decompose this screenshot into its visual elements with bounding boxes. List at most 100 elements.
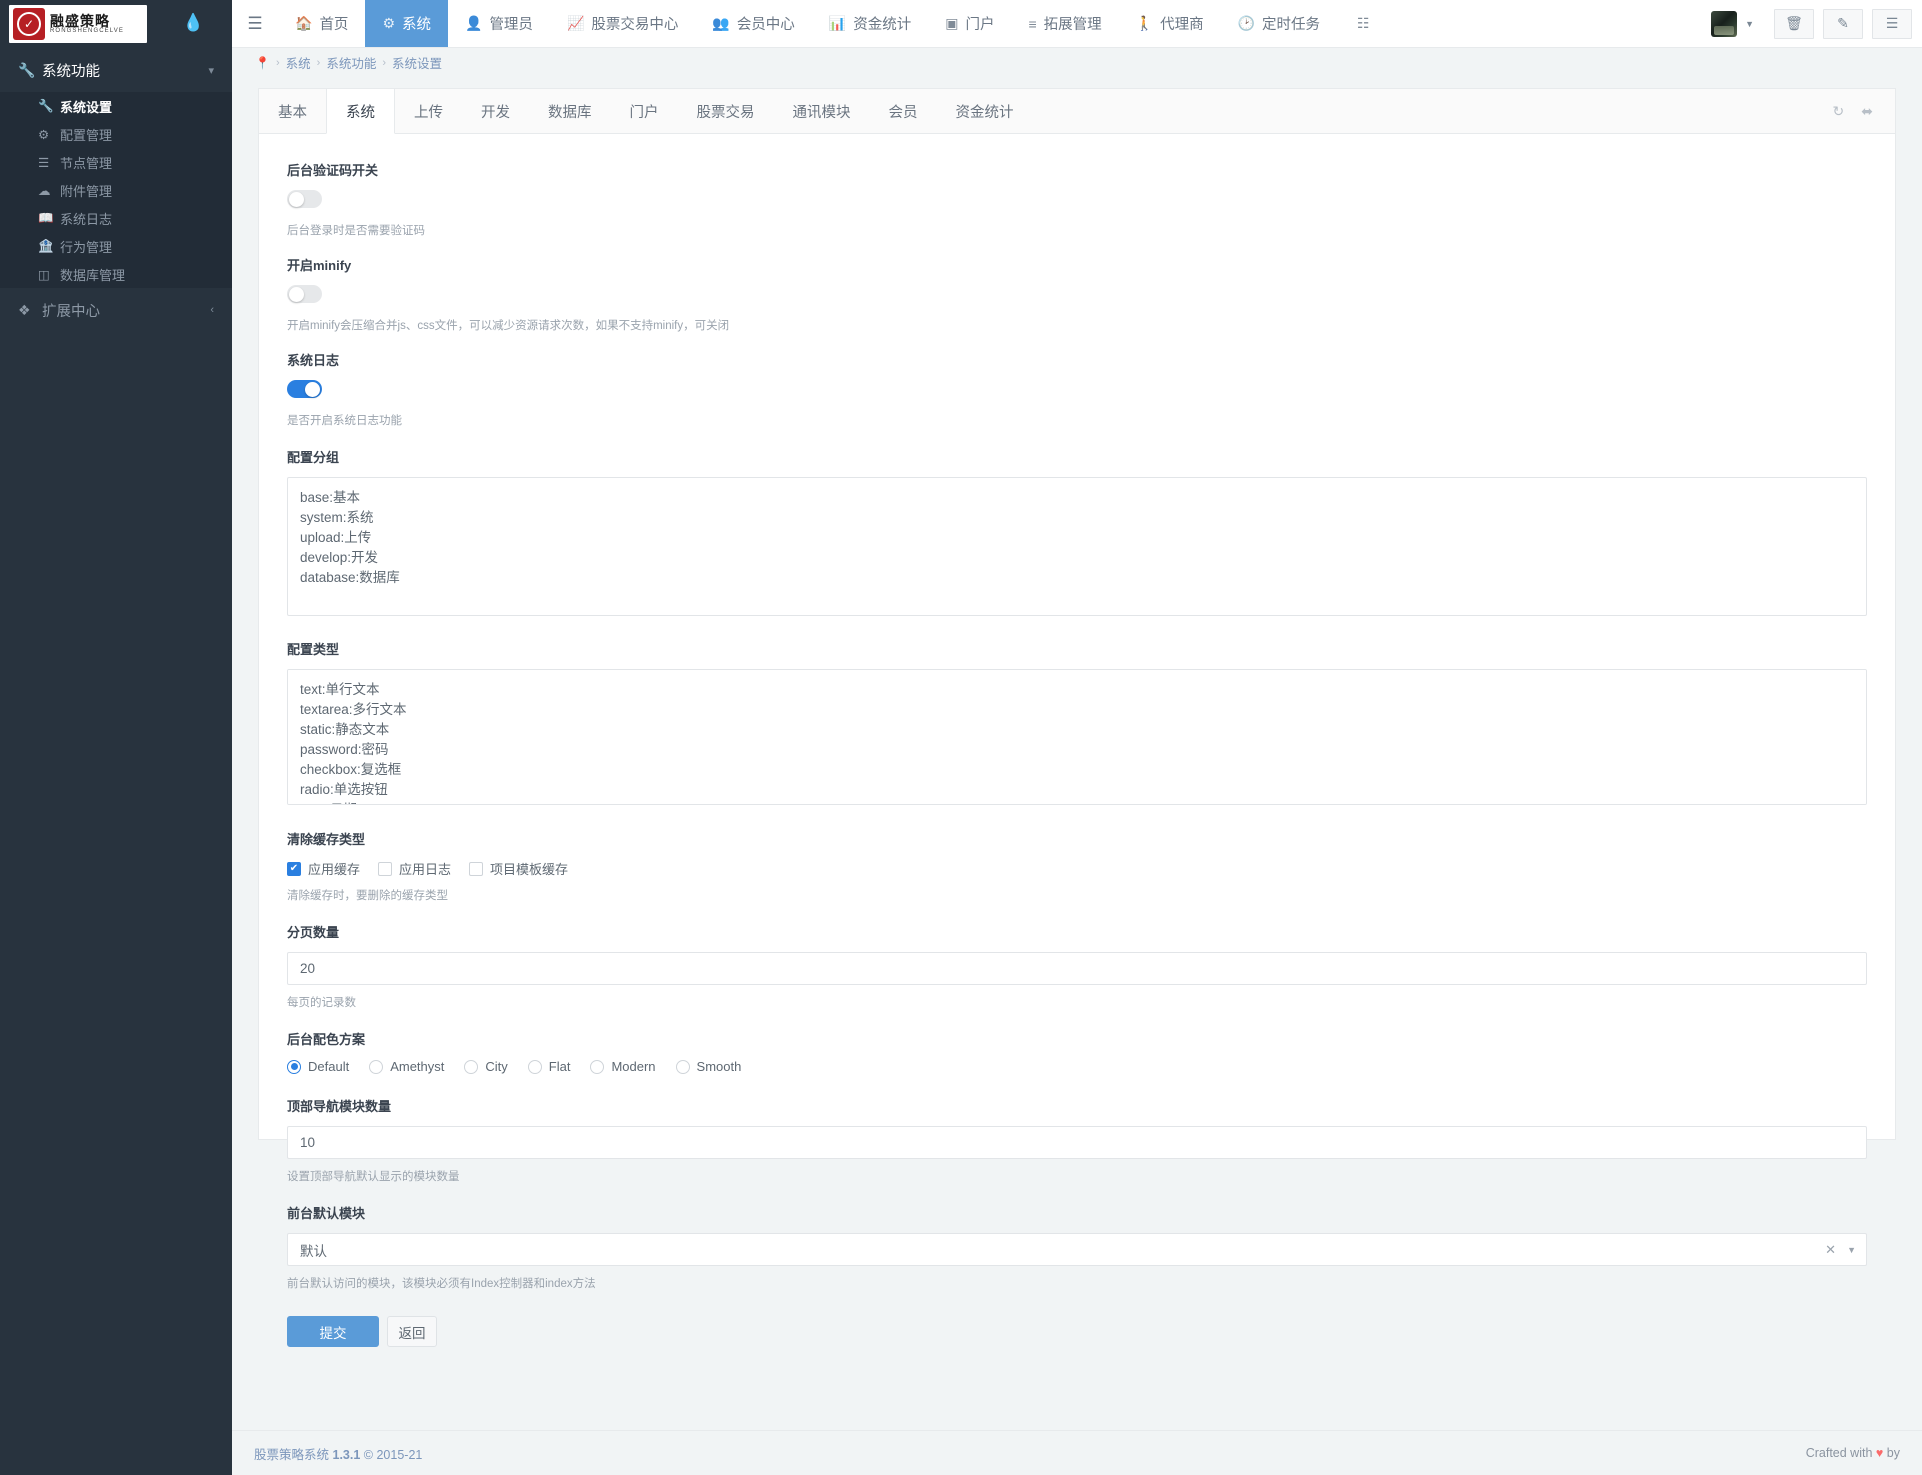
- sidebar-group-system[interactable]: 🔧 系统功能 ▾: [0, 48, 232, 92]
- tab-portal[interactable]: 门户: [611, 89, 678, 133]
- submit-button[interactable]: 提交: [287, 1316, 379, 1347]
- water-drop-icon[interactable]: 💧: [183, 13, 204, 33]
- radio-flat[interactable]: [527, 1059, 542, 1074]
- checkbox-app-cache[interactable]: [287, 861, 301, 876]
- sidebar: ✓ 融盛策略 RONGSHENGCELVE 💧 🔧 系统功能 ▾ 🔧 系统设置 …: [0, 0, 232, 1475]
- tab-label: 资金统计: [955, 104, 1014, 121]
- breadcrumb-item-system[interactable]: 系统: [286, 53, 311, 72]
- checkbox-template-cache[interactable]: [469, 861, 484, 876]
- wrench-icon: 🔧: [38, 98, 54, 113]
- captcha-toggle[interactable]: [287, 190, 322, 208]
- topnav-item-expansion-manage[interactable]: ≡ 拓展管理: [1011, 0, 1118, 47]
- book-icon: 📖: [38, 210, 54, 225]
- default-module-select[interactable]: 默认 ✕ ▼: [287, 1233, 1867, 1266]
- minify-toggle[interactable]: [287, 285, 322, 303]
- content-panel: 基本 系统 上传 开发 数据库 门户 股票交易 通讯模块 会员 资金统计 ↻ ⬌…: [258, 88, 1896, 1347]
- logo-text: 融盛策略 RONGSHENGCELVE: [50, 13, 124, 35]
- tab-label: 门户: [629, 104, 659, 121]
- back-button[interactable]: 返回: [387, 1316, 437, 1347]
- tab-label: 会员: [888, 104, 918, 121]
- settings-form: 后台验证码开关 后台登录时是否需要验证码 开启minify 开启minify会压…: [259, 134, 1895, 1373]
- sidebar-item-attachment-manage[interactable]: ☁ 附件管理: [0, 176, 232, 204]
- caret-down-icon[interactable]: ▼: [1847, 1245, 1856, 1255]
- user-menu-button[interactable]: ▼: [1700, 0, 1765, 48]
- logo-box: ✓ 融盛策略 RONGSHENGCELVE: [9, 5, 147, 43]
- topnav-count-input[interactable]: [287, 1126, 1867, 1159]
- cloud-upload-icon: ☁: [38, 183, 51, 198]
- refresh-icon[interactable]: ↻: [1833, 103, 1845, 120]
- tab-basic[interactable]: 基本: [259, 89, 326, 133]
- config-type-textarea[interactable]: [287, 669, 1867, 805]
- sidebar-item-node-manage[interactable]: ☰ 节点管理: [0, 148, 232, 176]
- topnav-label: 代理商: [1160, 17, 1204, 33]
- tab-stock-trade[interactable]: 股票交易: [678, 89, 774, 133]
- topnav-item-scheduled-task[interactable]: 🕑 定时任务: [1221, 0, 1337, 47]
- radio-smooth[interactable]: [675, 1059, 690, 1074]
- sidebar-group2-label: 扩展中心: [42, 303, 100, 320]
- radio-label[interactable]: Modern: [611, 1059, 655, 1074]
- topnav-label: 拓展管理: [1043, 17, 1102, 33]
- hamburger-icon[interactable]: ☰: [232, 0, 278, 47]
- topnav-item-portal[interactable]: ▣ 门户: [928, 0, 1011, 47]
- sidebar-item-system-settings[interactable]: 🔧 系统设置: [0, 92, 232, 120]
- topnav-item-agent[interactable]: 🚶 代理商: [1119, 0, 1221, 47]
- topnav-item-grid[interactable]: ☷: [1337, 0, 1390, 47]
- radio-city[interactable]: [464, 1059, 479, 1074]
- tab-develop[interactable]: 开发: [462, 89, 529, 133]
- logo[interactable]: ✓ 融盛策略 RONGSHENGCELVE 💧: [0, 0, 232, 48]
- radio-amethyst[interactable]: [369, 1059, 384, 1074]
- topnav-item-home[interactable]: 🏠 首页: [278, 0, 365, 47]
- checkbox-app-log[interactable]: [378, 861, 393, 876]
- bars-align-icon: ☰: [1885, 15, 1899, 31]
- footer-version: 1.3.1: [332, 1447, 361, 1462]
- field-help: 是否开启系统日志功能: [287, 415, 402, 427]
- checkbox-label[interactable]: 应用日志: [399, 859, 451, 878]
- topnav-item-fund-stats[interactable]: 📊 资金统计: [812, 0, 928, 47]
- tab-label: 股票交易: [696, 104, 755, 121]
- radio-label[interactable]: Default: [308, 1059, 349, 1074]
- radio-label[interactable]: Flat: [549, 1059, 571, 1074]
- checkbox-label[interactable]: 应用缓存: [308, 859, 360, 878]
- sidebar-item-system-log[interactable]: 📖 系统日志: [0, 204, 232, 232]
- syslog-toggle[interactable]: [287, 380, 322, 398]
- topnav-item-member-center[interactable]: 👥 会员中心: [695, 0, 811, 47]
- sidebar-item-behavior-manage[interactable]: 🏦 行为管理: [0, 232, 232, 260]
- breadcrumb-item-system-settings[interactable]: 系统设置: [392, 53, 442, 72]
- expand-icon[interactable]: ⬌: [1861, 103, 1873, 120]
- sidebar-submenu: 🔧 系统设置 ⚙ 配置管理 ☰ 节点管理 ☁ 附件管理 📖 系统日志 🏦 行为管…: [0, 92, 232, 288]
- radio-label[interactable]: City: [485, 1059, 507, 1074]
- breadcrumb: 📍 › 系统 › 系统功能 › 系统设置: [232, 48, 1922, 77]
- tab-member[interactable]: 会员: [870, 89, 937, 133]
- sidebar-group-extension[interactable]: ❖ 扩展中心 ‹: [0, 288, 232, 332]
- topnav-item-admin[interactable]: 👤 管理员: [448, 0, 550, 47]
- location-pin-icon: 📍: [255, 55, 270, 70]
- config-group-textarea[interactable]: [287, 477, 1867, 616]
- radio-label[interactable]: Smooth: [697, 1059, 742, 1074]
- breadcrumb-item-system-function[interactable]: 系统功能: [326, 53, 376, 72]
- topnav-item-stock-trading[interactable]: 📈 股票交易中心: [550, 0, 695, 47]
- line-chart-icon: 📈: [566, 15, 585, 31]
- close-icon[interactable]: ✕: [1825, 1242, 1836, 1258]
- page-size-input[interactable]: [287, 952, 1867, 985]
- topnav-label: 股票交易中心: [591, 17, 679, 33]
- radio-label[interactable]: Amethyst: [390, 1059, 444, 1074]
- tab-database[interactable]: 数据库: [529, 89, 611, 133]
- checkbox-label[interactable]: 项目模板缓存: [490, 859, 568, 878]
- field-help: 清除缓存时，要删除的缓存类型: [287, 890, 448, 902]
- topnav-item-system[interactable]: ⚙ 系统: [365, 0, 448, 47]
- footer-crafted-prefix: Crafted with: [1805, 1446, 1873, 1460]
- radio-default[interactable]: [287, 1059, 301, 1074]
- sidebar-item-database-manage[interactable]: ◫ 数据库管理: [0, 260, 232, 288]
- top-navbar: ☰ 🏠 首页 ⚙ 系统 👤 管理员 📈 股票交易中心 👥 会员中心 📊 资金统计…: [232, 0, 1922, 48]
- sidebar-item-config-manage[interactable]: ⚙ 配置管理: [0, 120, 232, 148]
- panel-toggle-button[interactable]: ☰: [1872, 8, 1912, 39]
- tab-upload[interactable]: 上传: [395, 89, 462, 133]
- sidebar-item-label: 数据库管理: [60, 267, 126, 283]
- note-button[interactable]: ✎: [1823, 8, 1863, 39]
- clear-cache-button[interactable]: 🗑: [1774, 8, 1814, 39]
- field-help: 设置顶部导航默认显示的模块数量: [287, 1171, 460, 1183]
- radio-modern[interactable]: [590, 1059, 605, 1074]
- tab-system[interactable]: 系统: [326, 89, 395, 134]
- tab-comm-module[interactable]: 通讯模块: [774, 89, 870, 133]
- tab-fund-stats[interactable]: 资金统计: [937, 89, 1033, 133]
